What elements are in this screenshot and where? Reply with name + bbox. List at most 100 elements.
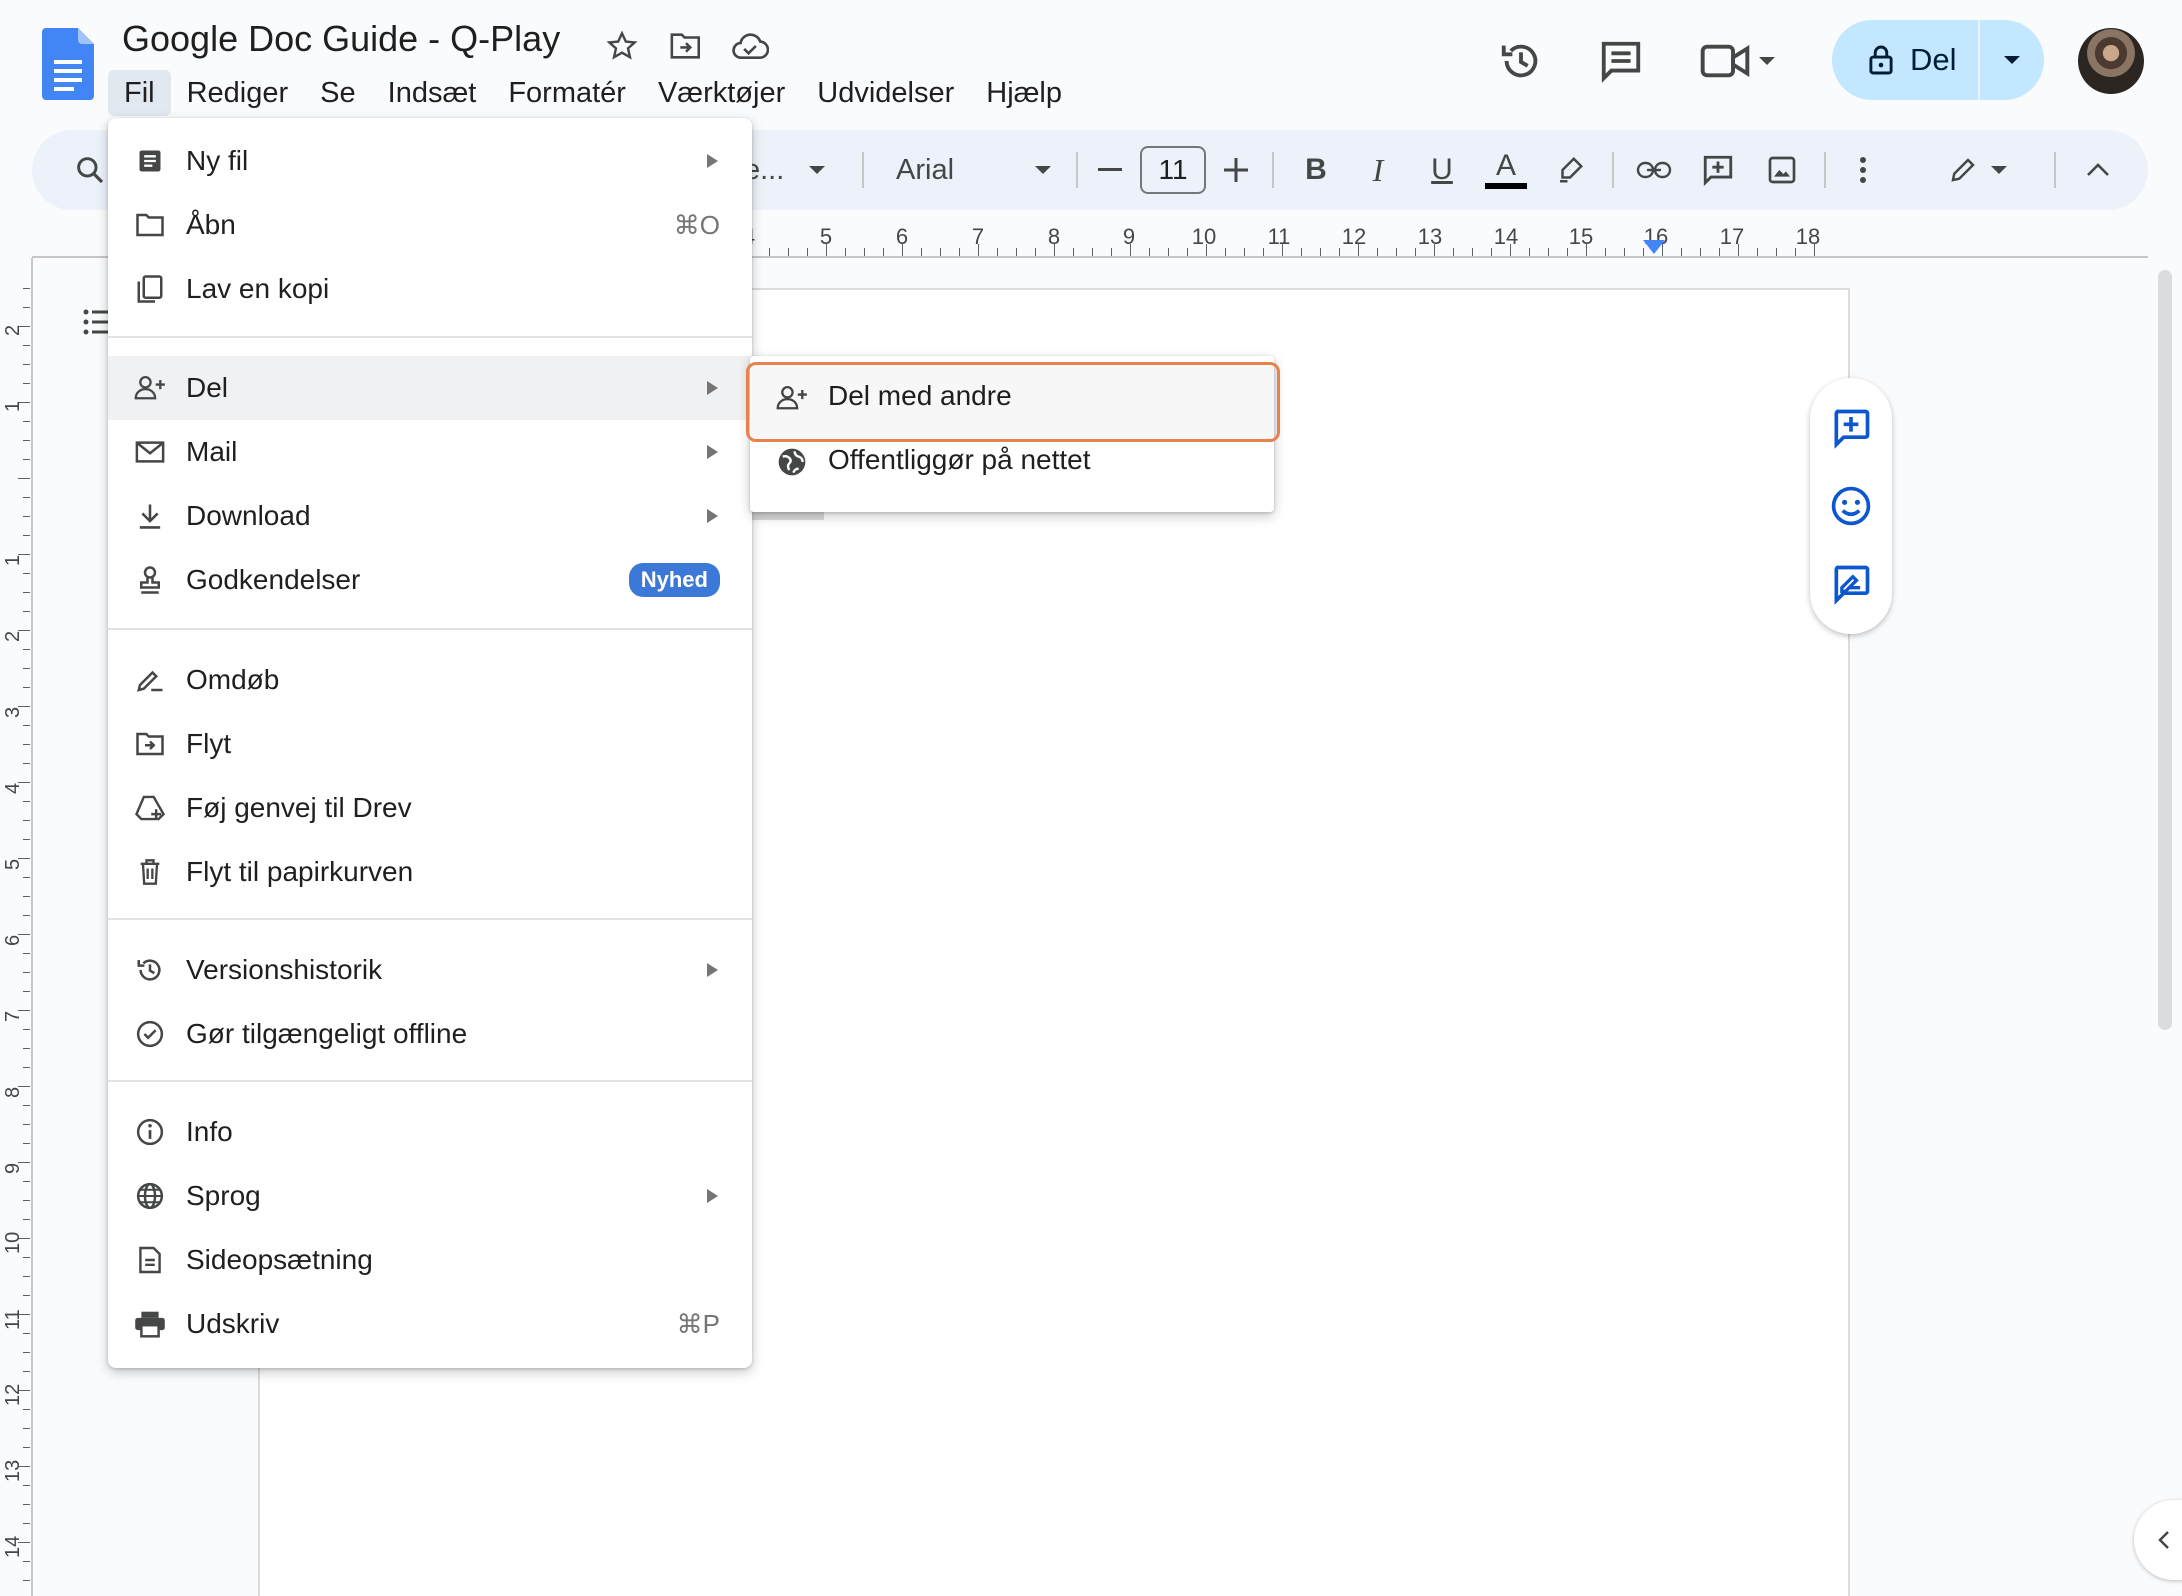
menu-item-make-offline[interactable]: Gør tilgængeligt offline: [108, 1002, 752, 1066]
menu-item-mail[interactable]: Mail: [108, 420, 752, 484]
increase-font-size-icon[interactable]: [1216, 130, 1256, 210]
page-setup-icon: [134, 1244, 166, 1276]
ruler-tick: [1548, 248, 1549, 256]
vruler-tick: [23, 953, 30, 954]
add-comment-icon[interactable]: [1829, 406, 1873, 450]
ruler-tick: [1377, 248, 1378, 256]
menu-item-make-copy[interactable]: Lav en kopi: [108, 257, 752, 321]
vruler-tick: [23, 668, 30, 669]
drive-shortcut-icon: [134, 792, 166, 824]
vruler-tick: [23, 877, 30, 878]
ruler-tick: [1776, 248, 1777, 256]
vruler-tick: [23, 915, 30, 916]
vruler-tick: [23, 1276, 30, 1277]
menu-insert[interactable]: Indsæt: [372, 70, 493, 116]
share-main-button[interactable]: Del: [1832, 20, 1980, 100]
trash-icon: [134, 856, 166, 888]
menu-item-version-history[interactable]: Versionshistorik: [108, 938, 752, 1002]
insert-image-icon[interactable]: [1752, 130, 1812, 210]
menu-item-approvals[interactable]: Godkendelser Nyhed: [108, 548, 752, 612]
ruler-number: 15: [1568, 224, 1594, 249]
menu-tools[interactable]: Værktøjer: [642, 70, 801, 116]
vruler-tick: [23, 1295, 30, 1296]
text-color-button[interactable]: A: [1478, 130, 1534, 210]
menu-format[interactable]: Formatér: [492, 70, 642, 116]
share-button[interactable]: Del: [1832, 20, 2044, 100]
right-indent-marker[interactable]: [1643, 240, 1665, 254]
meet-button[interactable]: [1700, 34, 1800, 88]
menu-item-print[interactable]: Udskriv ⌘P: [108, 1292, 752, 1356]
add-comment-icon[interactable]: [1688, 130, 1748, 210]
comment-icon: [1601, 41, 1641, 83]
menu-file[interactable]: Fil: [108, 70, 171, 116]
menu-view[interactable]: Se: [304, 70, 371, 116]
menu-item-page-setup[interactable]: Sideopsætning: [108, 1228, 752, 1292]
editing-mode-button[interactable]: [1928, 130, 2028, 210]
emoji-reaction-icon[interactable]: [1829, 484, 1873, 528]
document-title[interactable]: Google Doc Guide - Q-Play: [122, 18, 560, 60]
chevron-left-icon: [2158, 1531, 2169, 1549]
vruler-tick: [23, 592, 30, 593]
menu-item-new-file[interactable]: Ny fil: [108, 129, 752, 193]
cloud-saved-icon[interactable]: [730, 26, 770, 66]
version-history-button[interactable]: [1492, 32, 1550, 90]
menu-item-add-drive-shortcut[interactable]: Føj genvej til Drev: [108, 776, 752, 840]
menu-help[interactable]: Hjælp: [970, 70, 1078, 116]
move-folder-icon[interactable]: [666, 26, 706, 66]
highlight-pen-icon[interactable]: [1542, 130, 1598, 210]
vruler-number: 1: [2, 554, 24, 566]
italic-button[interactable]: I: [1350, 130, 1406, 210]
menu-item-share[interactable]: Del: [108, 356, 752, 420]
underline-button[interactable]: U: [1414, 130, 1470, 210]
vertical-scrollbar[interactable]: [2158, 270, 2172, 1030]
vruler-number: 10: [2, 1231, 24, 1254]
lock-icon: [1869, 45, 1893, 75]
hide-menus-chevron-up-icon[interactable]: [2068, 130, 2128, 210]
title-bar: Google Doc Guide - Q-Play Fil Rediger Se…: [0, 0, 2182, 125]
menu-item-move-to-trash[interactable]: Flyt til papirkurven: [108, 840, 752, 904]
toolbar-divider: [1076, 152, 1078, 188]
menu-item-download[interactable]: Download: [108, 484, 752, 548]
file-menu: Ny fil Åbn ⌘O Lav en kopi Del Mail Downl…: [108, 118, 752, 1368]
ruler-tick: [1605, 248, 1606, 256]
ruler-number: 17: [1719, 224, 1745, 249]
menu-item-shortcut: ⌘P: [676, 1308, 720, 1339]
font-size-input[interactable]: 11: [1140, 146, 1206, 194]
menu-bar: Fil Rediger Se Indsæt Formatér Værktøjer…: [108, 70, 1078, 116]
menu-item-move[interactable]: Flyt: [108, 712, 752, 776]
caret-down-icon[interactable]: [802, 130, 832, 210]
ruler-number: 6: [895, 224, 909, 249]
share-dropdown-button[interactable]: [1980, 20, 2044, 100]
ruler-tick: [1339, 248, 1340, 256]
vruler-tick: [23, 307, 30, 308]
menu-item-info[interactable]: Info: [108, 1100, 752, 1164]
vruler-tick: [23, 516, 30, 517]
user-avatar[interactable]: [2078, 28, 2144, 94]
vruler-tick: [23, 687, 30, 688]
menu-item-open[interactable]: Åbn ⌘O: [108, 193, 752, 257]
history-icon: [1501, 44, 1538, 78]
suggest-edit-icon[interactable]: [1829, 562, 1873, 606]
star-icon[interactable]: [602, 26, 642, 66]
ruler-tick: [883, 248, 884, 256]
insert-link-icon[interactable]: [1624, 130, 1684, 210]
menu-item-language[interactable]: Sprog: [108, 1164, 752, 1228]
vruler-tick: [23, 896, 30, 897]
caret-down-icon[interactable]: [1028, 130, 1058, 210]
more-options-icon[interactable]: [1838, 130, 1888, 210]
ruler-number: 7: [971, 224, 985, 249]
vruler-tick: [23, 364, 30, 365]
bold-button[interactable]: B: [1288, 130, 1344, 210]
vruler-tick: [23, 649, 30, 650]
decrease-font-size-icon[interactable]: [1090, 130, 1130, 210]
google-docs-logo-icon[interactable]: [42, 28, 94, 100]
comments-button[interactable]: [1592, 32, 1650, 90]
menu-edit[interactable]: Rediger: [171, 70, 305, 116]
font-family-select[interactable]: Arial: [896, 130, 954, 210]
vruler-tick: [23, 497, 30, 498]
submenu-arrow-icon: [707, 963, 718, 977]
toolbar-divider: [1612, 152, 1614, 188]
ruler-tick: [940, 248, 941, 256]
menu-item-rename[interactable]: Omdøb: [108, 648, 752, 712]
menu-extensions[interactable]: Udvidelser: [801, 70, 970, 116]
